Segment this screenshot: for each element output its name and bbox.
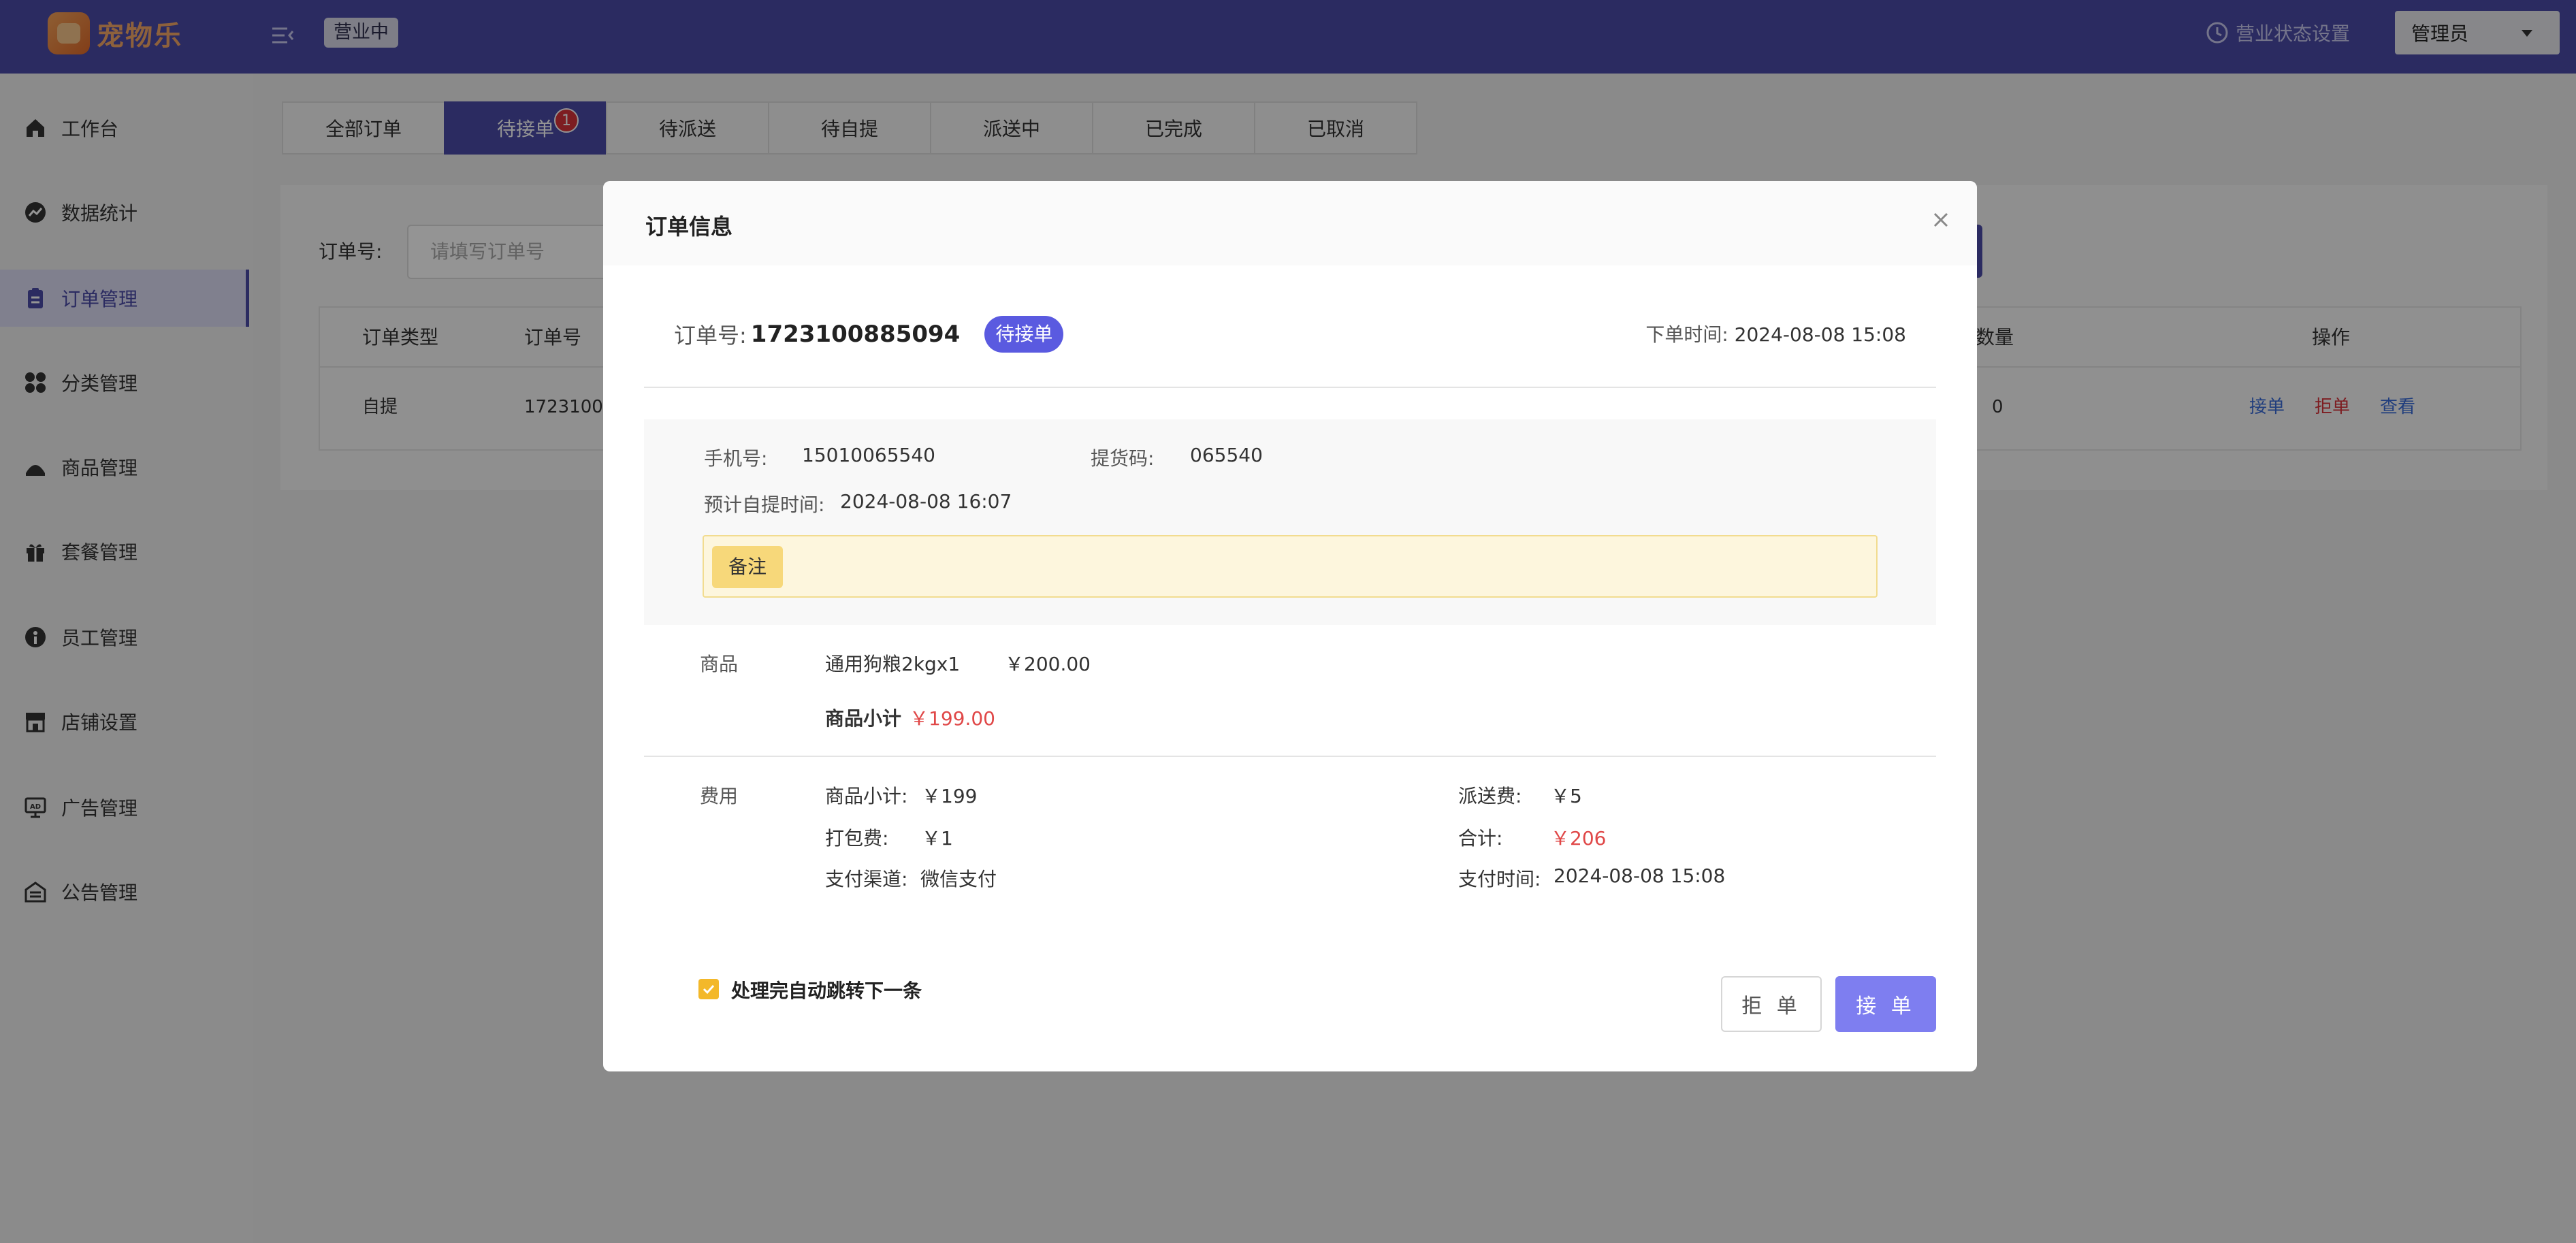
phone-value: 15010065540 xyxy=(802,444,935,466)
goods-subtotal-value: ￥199.00 xyxy=(909,707,995,730)
pay-time-value: 2024-08-08 15:08 xyxy=(1553,865,1726,887)
fee-section-label: 费用 xyxy=(700,785,739,807)
accept-order-button[interactable]: 接 单 xyxy=(1835,976,1936,1032)
checkmark-icon xyxy=(703,984,715,995)
pay-channel-value: 微信支付 xyxy=(920,868,997,890)
pickup-time-value: 2024-08-08 16:07 xyxy=(840,490,1012,513)
remark-tag: 备注 xyxy=(712,546,784,588)
fee-goods-subtotal-label: 商品小计: xyxy=(825,785,908,807)
section-divider xyxy=(644,756,1936,757)
total-label: 合计: xyxy=(1458,827,1503,850)
goods-item-name: 通用狗粮2kgx1 xyxy=(825,653,961,675)
remark-box: 备注 xyxy=(703,535,1878,598)
order-info-modal: 订单信息 订单号: 1723100885094 待接单 下单时间: 2024-0… xyxy=(603,181,1977,1071)
order-summary-row: 订单号: 1723100885094 待接单 xyxy=(674,316,1064,353)
pickup-time-label: 预计自提时间: xyxy=(704,494,825,516)
pay-time-label: 支付时间: xyxy=(1458,868,1541,890)
auto-next-label[interactable]: 处理完自动跳转下一条 xyxy=(731,976,922,1003)
order-no-label: 订单号: xyxy=(674,323,747,349)
modal-header: 订单信息 xyxy=(603,181,1977,265)
phone-info: 手机号: xyxy=(704,444,767,471)
order-time-label: 下单时间: xyxy=(1645,323,1728,346)
section-divider xyxy=(644,387,1936,388)
order-no-value: 1723100885094 xyxy=(750,321,961,348)
goods-section-label: 商品 xyxy=(700,653,739,675)
pickup-code-label: 提货码: xyxy=(1091,447,1155,470)
goods-subtotal-label: 商品小计 xyxy=(825,707,902,730)
pickup-code-value: 065540 xyxy=(1190,444,1263,466)
pay-channel-label: 支付渠道: xyxy=(825,868,908,890)
auto-next-checkbox[interactable] xyxy=(698,979,719,999)
delivery-fee-label: 派送费: xyxy=(1458,785,1522,807)
customer-info-box: 手机号: 15010065540 提货码: 065540 预计自提时间: 202… xyxy=(644,419,1936,625)
pickup-time-info: 预计自提时间: xyxy=(704,490,824,517)
close-icon[interactable] xyxy=(1929,208,1952,231)
pickup-code-info: 提货码: xyxy=(1091,444,1154,471)
packing-fee-value: ￥1 xyxy=(922,827,953,850)
delivery-fee-value: ￥5 xyxy=(1551,785,1582,807)
goods-item-price: ￥200.00 xyxy=(1005,653,1091,675)
order-status-badge: 待接单 xyxy=(984,316,1064,353)
reject-order-button[interactable]: 拒 单 xyxy=(1721,976,1822,1032)
packing-fee-label: 打包费: xyxy=(825,827,889,850)
phone-label: 手机号: xyxy=(704,447,768,470)
order-time-value: 2024-08-08 15:08 xyxy=(1734,323,1906,346)
modal-title: 订单信息 xyxy=(645,214,733,240)
fee-goods-subtotal-value: ￥199 xyxy=(922,785,978,807)
total-value: ￥206 xyxy=(1551,827,1607,850)
order-time: 下单时间: 2024-08-08 15:08 xyxy=(1645,320,1906,347)
